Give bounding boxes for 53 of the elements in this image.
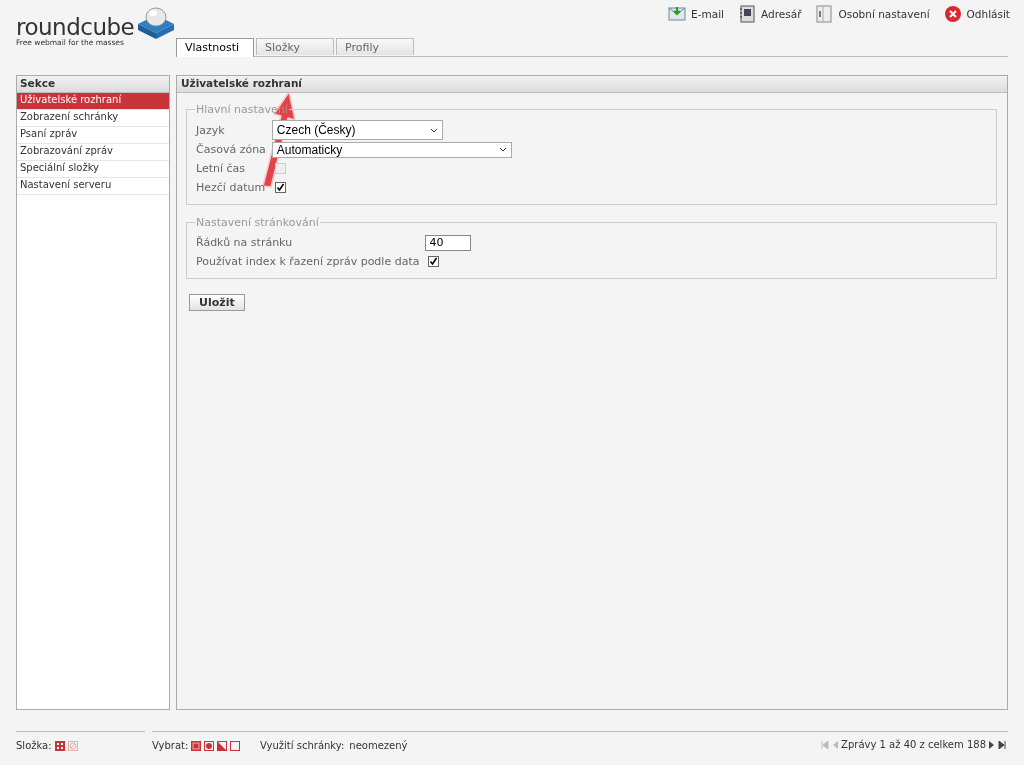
select-all-icon <box>191 740 202 751</box>
select-invert-icon <box>217 740 228 751</box>
logo-text: roundcube <box>16 14 135 40</box>
select-current-icon <box>204 740 215 751</box>
footer-label: Vybrat: <box>152 740 189 751</box>
checkbox[interactable] <box>274 182 286 193</box>
compact-icon <box>67 740 78 751</box>
select-none-icon <box>230 740 241 751</box>
field-label: Řádků na stránku <box>196 236 293 249</box>
checkmark-icon <box>429 257 439 266</box>
sidebar-header: Sekce <box>17 76 169 93</box>
close-icon <box>943 5 962 23</box>
chevron-down-icon <box>429 127 438 133</box>
panel-header: Uživatelské rozhraní <box>177 76 1007 93</box>
dropdown[interactable]: Automaticky <box>271 141 512 158</box>
checkmark-icon <box>275 183 285 192</box>
first-page-icon <box>821 740 830 749</box>
dropdown[interactable]: Czech (Česky) <box>271 120 443 140</box>
previous-page-icon <box>832 740 839 749</box>
sidebar-item[interactable]: Nastavení serveru <box>17 178 169 195</box>
input-field[interactable]: 40 <box>425 234 472 251</box>
folder-options-icon <box>54 740 65 751</box>
sidebar-item[interactable]: Speciální složky <box>17 161 169 178</box>
address-book-icon <box>738 5 756 23</box>
quota-label: Využití schránky: <box>260 740 345 751</box>
tab[interactable]: Profily <box>336 38 414 55</box>
field-label: Jazyk <box>196 123 225 137</box>
last-page-icon <box>998 740 1006 749</box>
field-label: Hezčí datum <box>196 181 266 194</box>
group-legend: Nastavení stránkování <box>195 216 320 229</box>
sidebar-item[interactable]: Psaní zpráv <box>17 127 169 144</box>
quota-value: neomezený <box>349 740 408 751</box>
field-label: Časová zóna <box>196 143 266 156</box>
nav-link[interactable]: Odhlásit <box>943 5 1010 23</box>
message-count: Zprávy 1 až 40 z celkem 188 <box>841 739 986 750</box>
footer-label: Složka: <box>16 740 52 751</box>
document-icon <box>815 5 834 23</box>
envelope-icon <box>668 5 687 23</box>
tab[interactable]: Vlastnosti <box>176 38 254 57</box>
cube-logo-icon <box>136 4 177 40</box>
nav-link[interactable]: Adresář <box>738 5 802 23</box>
chevron-down-icon <box>498 147 507 152</box>
sidebar-item[interactable]: Zobrazování zpráv <box>17 144 169 161</box>
next-page-icon <box>989 740 995 749</box>
checkbox[interactable] <box>428 256 440 267</box>
sidebar-item[interactable]: Zobrazení schránky <box>17 110 169 127</box>
nav-link[interactable]: E-mail <box>668 5 724 23</box>
nav-link[interactable]: Osobní nastavení <box>815 5 930 23</box>
field-label: Používat index k řazení zpráv podle data <box>196 255 420 268</box>
field-label: Letní čas <box>196 162 246 175</box>
tab[interactable]: Složky <box>256 38 334 55</box>
sidebar-item[interactable]: Uživatelské rozhraní <box>17 93 169 110</box>
save-button[interactable]: Uložit <box>189 294 245 311</box>
